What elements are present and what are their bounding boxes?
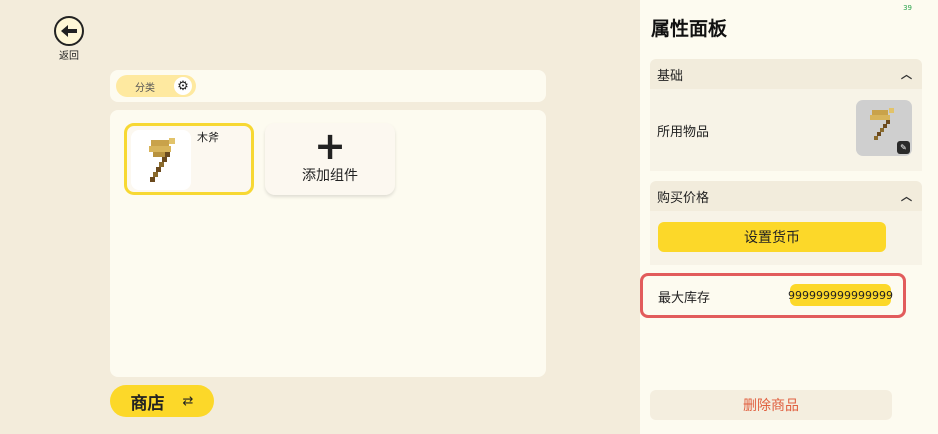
max-stock-label: 最大库存 (658, 291, 711, 306)
set-currency-button[interactable]: 设置货币 (658, 222, 886, 252)
used-item-slot[interactable]: ✎ (856, 100, 912, 156)
panel-title: 属性面板 (651, 18, 728, 40)
item-card-wooden-axe[interactable]: 木斧 (124, 123, 254, 195)
price-section-label: 购买价格 (657, 190, 710, 206)
chevron-up-icon: ︿ (901, 68, 912, 81)
filter-bar: 分类 ⚙ (110, 70, 546, 102)
back-button[interactable]: 返回 (52, 16, 86, 62)
back-label: 返回 (59, 51, 79, 62)
item-name: 木斧 (197, 131, 219, 144)
gear-icon[interactable]: ⚙ (174, 77, 192, 95)
max-stock-input[interactable]: 999999999999999 (788, 284, 893, 306)
basic-section-label: 基础 (657, 68, 684, 84)
add-component-label: 添加组件 (302, 168, 358, 184)
wooden-axe-icon (131, 130, 191, 190)
shop-button[interactable]: 商店 ⇄ (110, 385, 214, 417)
properties-panel: 39 属性面板 基础 ︿ 所用物品 ✎ 购买价格 ︿ 设置货币 最大库存 999… (640, 0, 938, 434)
fps-counter: 39 (903, 4, 912, 12)
basic-section-body: 所用物品 ✎ (650, 89, 922, 171)
price-section-body: 设置货币 (650, 211, 922, 265)
category-label: 分类 (135, 82, 155, 94)
shop-label: 商店 (130, 393, 165, 414)
add-component-button[interactable]: + 添加组件 (265, 123, 395, 195)
item-grid: 木斧 + 添加组件 (110, 110, 546, 377)
price-section-header[interactable]: 购买价格 ︿ (650, 181, 922, 211)
category-filter-button[interactable]: 分类 ⚙ (116, 75, 196, 97)
chevron-up-icon: ︿ (901, 190, 912, 203)
delete-item-button[interactable]: 删除商品 (650, 390, 892, 420)
back-arrow-icon (54, 16, 84, 46)
basic-section-header[interactable]: 基础 ︿ (650, 59, 922, 89)
plus-icon: + (314, 124, 346, 168)
swap-icon: ⇄ (182, 393, 194, 409)
used-item-label: 所用物品 (657, 125, 710, 140)
edit-badge-icon: ✎ (897, 141, 910, 154)
max-stock-row: 最大库存 999999999999999 (640, 273, 906, 318)
